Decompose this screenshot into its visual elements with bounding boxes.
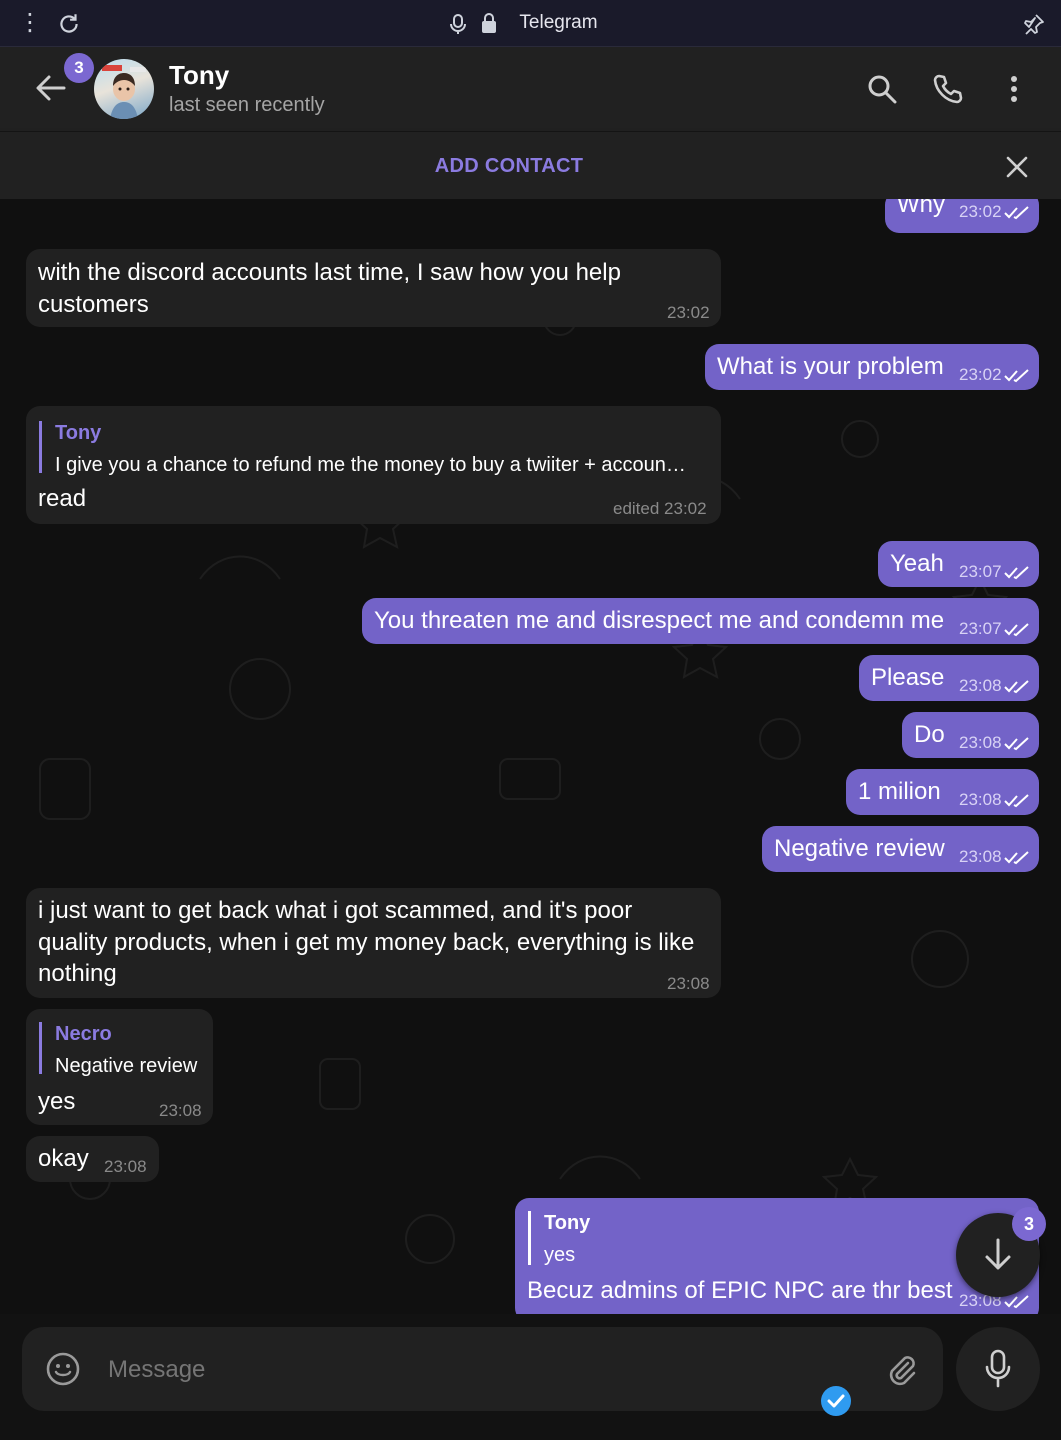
add-contact-button[interactable]: ADD CONTACT [0,155,1018,178]
message-input-box[interactable] [22,1327,943,1416]
chat-header: 3 Tony last seen recently [0,47,1061,132]
message-out[interactable]: Do 23:08 [902,712,1039,758]
message-composer [0,1314,1061,1440]
message-out[interactable]: Yeah 23:07 [878,541,1039,587]
read-checkmark-icon [1003,368,1029,382]
message-in-reply[interactable]: Tony I give you a chance to refund me th… [26,406,721,524]
avatar-photo [102,65,146,119]
message-in[interactable]: with the discord accounts last time, I s… [26,249,721,327]
page-title: Telegram [519,12,598,33]
message-in[interactable]: okay 23:08 [26,1136,159,1182]
read-checkmark-icon [1003,736,1029,750]
read-checkmark-icon [1003,793,1029,807]
chat-area[interactable]: Why 23:02 with the discord accounts last… [0,199,1061,1314]
read-checkmark-icon [1003,622,1029,636]
more-options-icon[interactable] [998,73,1030,105]
avatar[interactable] [94,59,154,119]
contact-name[interactable]: Tony [169,60,229,91]
microphone-icon [985,1349,1011,1388]
read-checkmark-icon [1003,679,1029,693]
read-checkmark-icon [1003,205,1029,219]
message-out[interactable]: Negative review 23:08 [762,826,1039,872]
arrow-down-icon [985,1238,1011,1270]
message-out[interactable]: 1 milion 23:08 [846,769,1039,815]
read-checkmark-icon [1003,565,1029,579]
verified-badge-icon[interactable] [820,1385,852,1417]
voice-message-button[interactable] [956,1327,1040,1411]
message-input[interactable] [106,1351,790,1389]
message-in[interactable]: i just want to get back what i got scamm… [26,888,721,998]
pin-icon[interactable] [1022,12,1046,36]
message-out[interactable]: Please 23:08 [859,655,1039,701]
reply-quote[interactable]: Tony yes [528,1211,1024,1266]
reply-quote[interactable]: Necro Negative review [39,1022,205,1077]
scroll-down-badge: 3 [1012,1207,1046,1241]
attach-icon[interactable] [884,1351,918,1387]
unread-badge: 3 [64,53,94,83]
last-seen-status: last seen recently [169,94,325,116]
read-checkmark-icon [1003,850,1029,864]
message-out[interactable]: You threaten me and disrespect me and co… [362,598,1039,644]
add-contact-bar: ADD CONTACT [0,132,1061,199]
emoji-icon[interactable] [46,1352,80,1386]
back-arrow-icon[interactable] [34,71,68,105]
close-icon[interactable] [1006,156,1028,178]
read-checkmark-icon [1003,1294,1029,1308]
browser-bar: ⋮ Telegram [0,0,1061,47]
message-out[interactable]: What is your problem 23:02 [705,344,1039,390]
reply-quote[interactable]: Tony I give you a chance to refund me th… [39,421,715,476]
search-icon[interactable] [866,73,898,105]
message-in-reply[interactable]: Necro Negative review yes 23:08 [26,1009,213,1125]
message-out[interactable]: Why 23:02 [885,199,1039,233]
phone-icon[interactable] [932,73,964,105]
